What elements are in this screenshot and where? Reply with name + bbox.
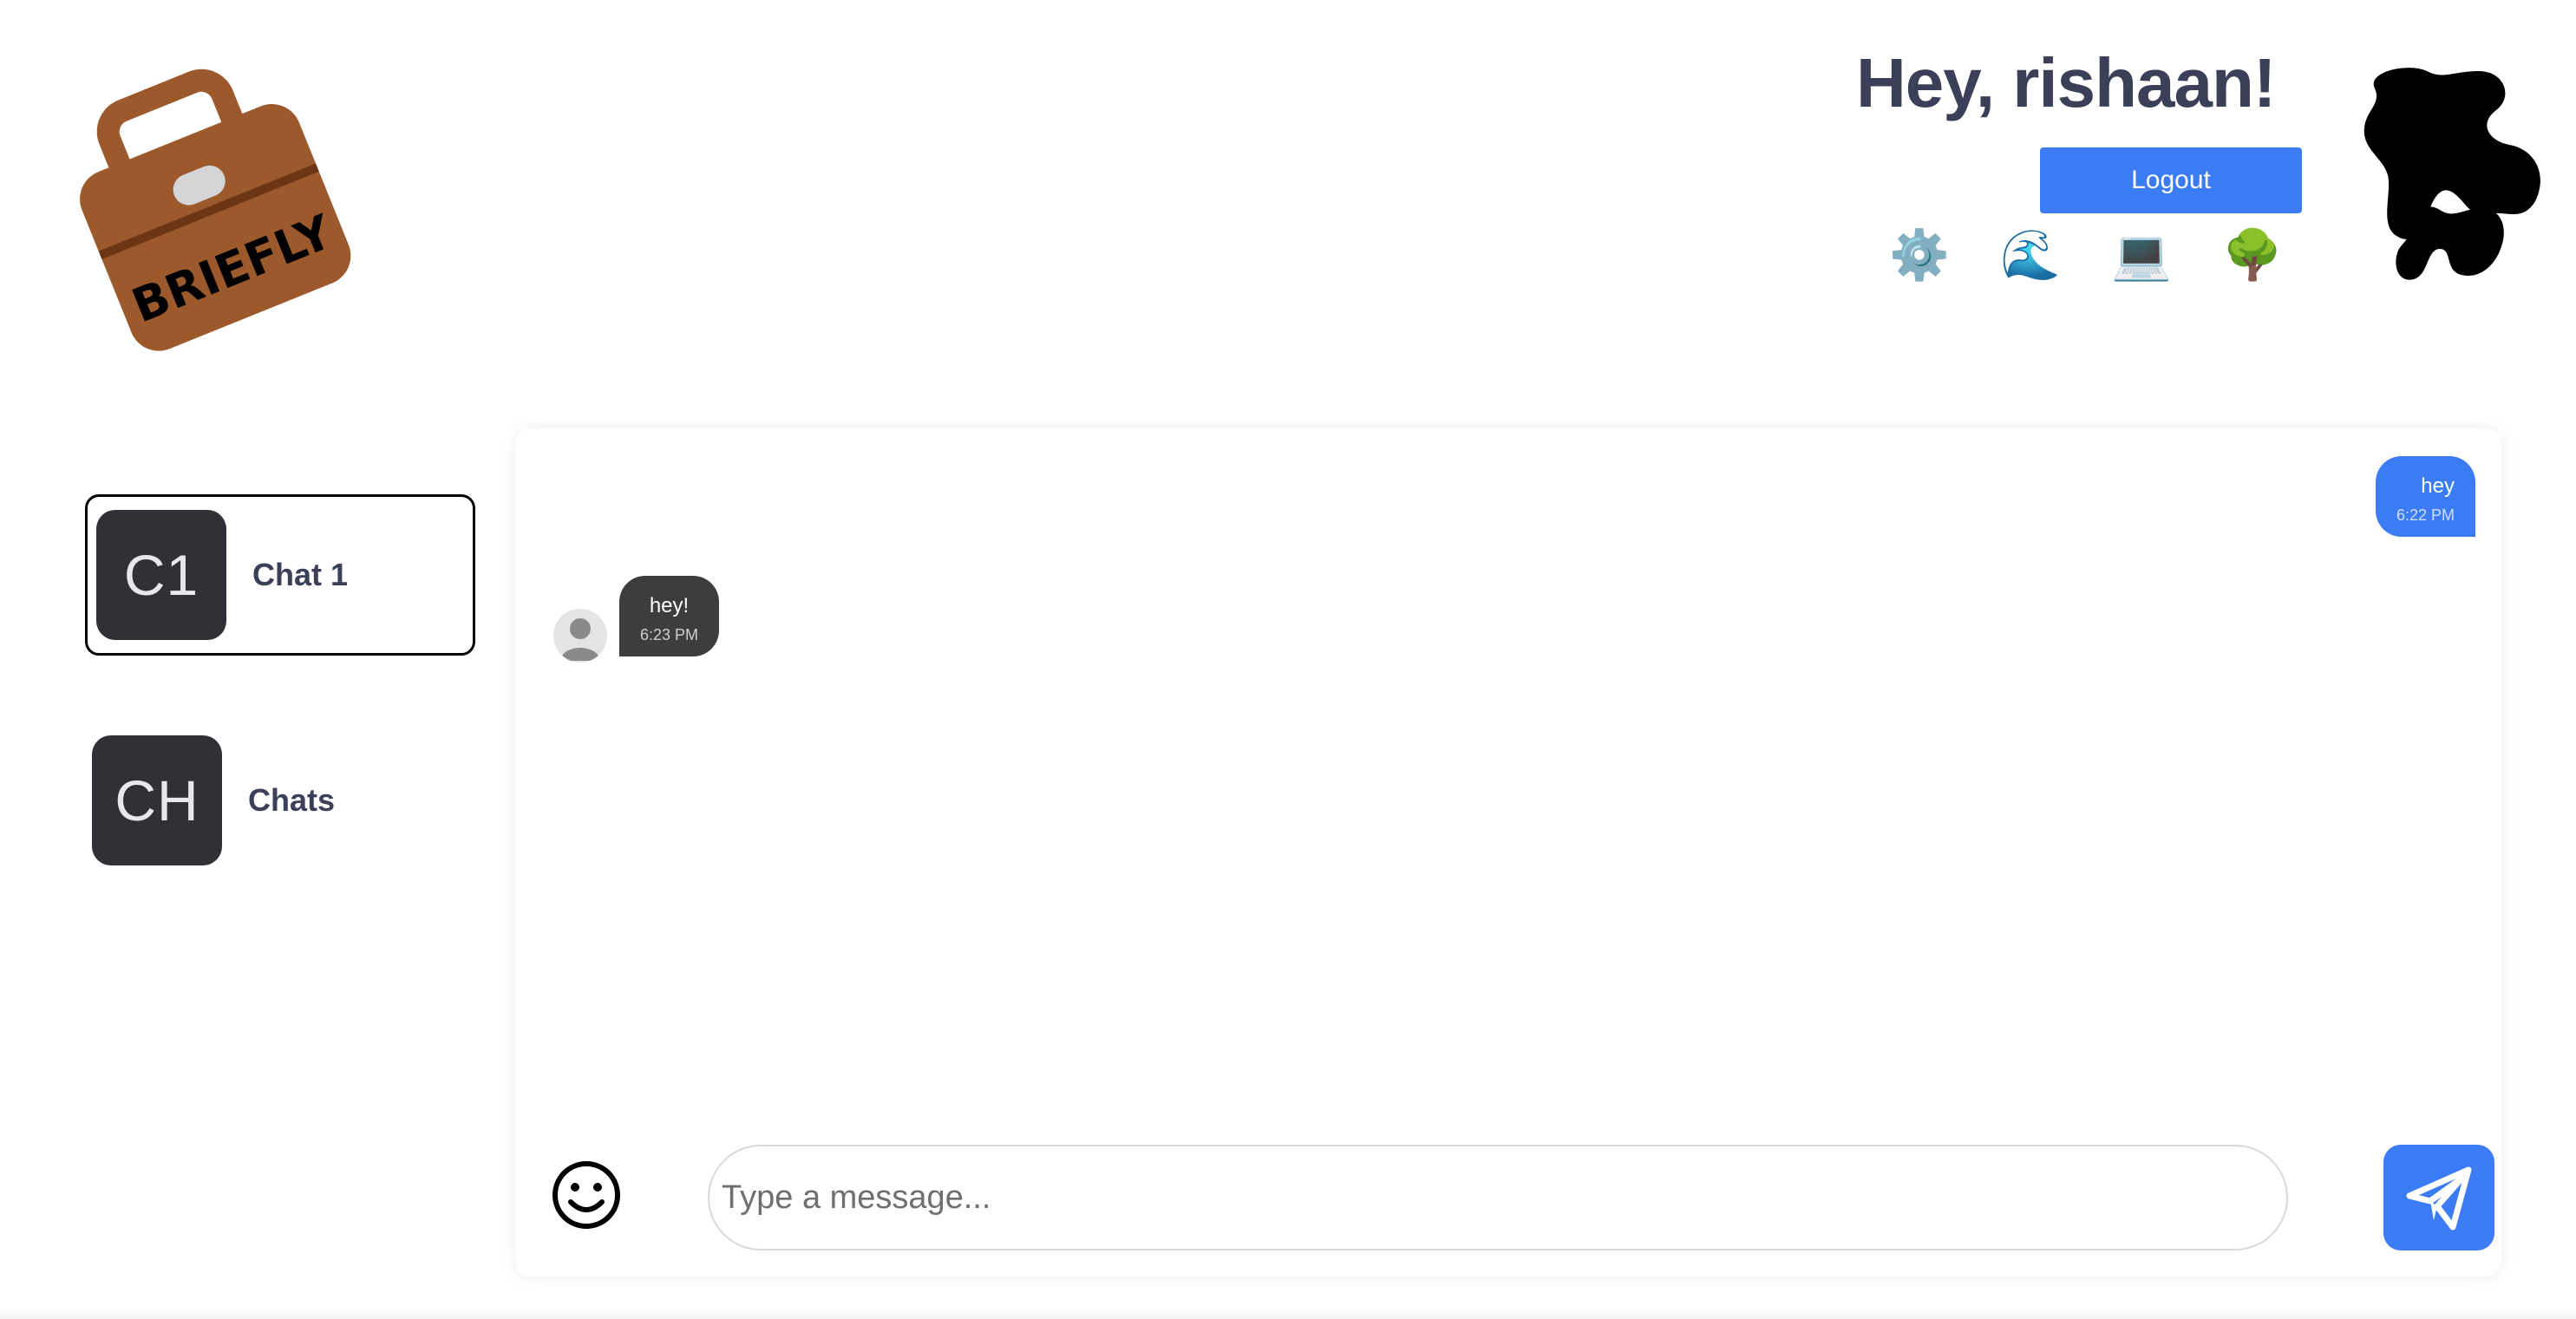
chat-label: Chat 1 <box>252 557 349 592</box>
theme-emoji-row: ⚙️ 🌊 💻 🌳 <box>1889 227 2283 283</box>
tree-icon[interactable]: 🌳 <box>2222 227 2283 283</box>
outgoing-message-bubble: hey 6:22 PM <box>2375 456 2475 537</box>
message-text: hey <box>2421 474 2455 498</box>
send-button[interactable] <box>2383 1145 2494 1250</box>
wave-icon[interactable]: 🌊 <box>2000 227 2061 283</box>
message-text: hey! <box>649 594 690 617</box>
sidebar-chat-1[interactable]: C1 Chat 1 <box>85 494 475 656</box>
gear-icon[interactable]: ⚙️ <box>1889 227 1950 283</box>
sidebar-chats[interactable]: CH Chats <box>92 735 482 865</box>
greeting-title: Hey, rishaan! <box>1856 44 2276 121</box>
user-avatar-icon <box>553 609 607 663</box>
message-time: 6:22 PM <box>2396 506 2455 524</box>
chat-panel: hey 6:22 PM hey! 6:23 PM <box>515 428 2501 1277</box>
smiley-icon[interactable] <box>550 1159 623 1231</box>
chat-avatar-tile: C1 <box>96 510 226 640</box>
logout-button[interactable]: Logout <box>2040 147 2302 213</box>
rtm-monogram-icon <box>2364 68 2540 280</box>
briefly-logo[interactable]: BRIEFLY <box>52 35 382 356</box>
chat-label: Chats <box>248 782 336 818</box>
message-input[interactable] <box>708 1145 2288 1250</box>
chat-avatar-tile: CH <box>92 735 222 865</box>
paper-plane-icon <box>2406 1166 2472 1231</box>
message-time: 6:23 PM <box>640 626 699 643</box>
app-root: BRIEFLY Hey, rishaan! Logout ⚙️ 🌊 💻 🌳 C1… <box>0 0 2576 1319</box>
laptop-icon[interactable]: 💻 <box>2111 227 2172 283</box>
incoming-message-bubble: hey! 6:23 PM <box>619 576 720 656</box>
bottom-divider <box>0 1306 2576 1319</box>
